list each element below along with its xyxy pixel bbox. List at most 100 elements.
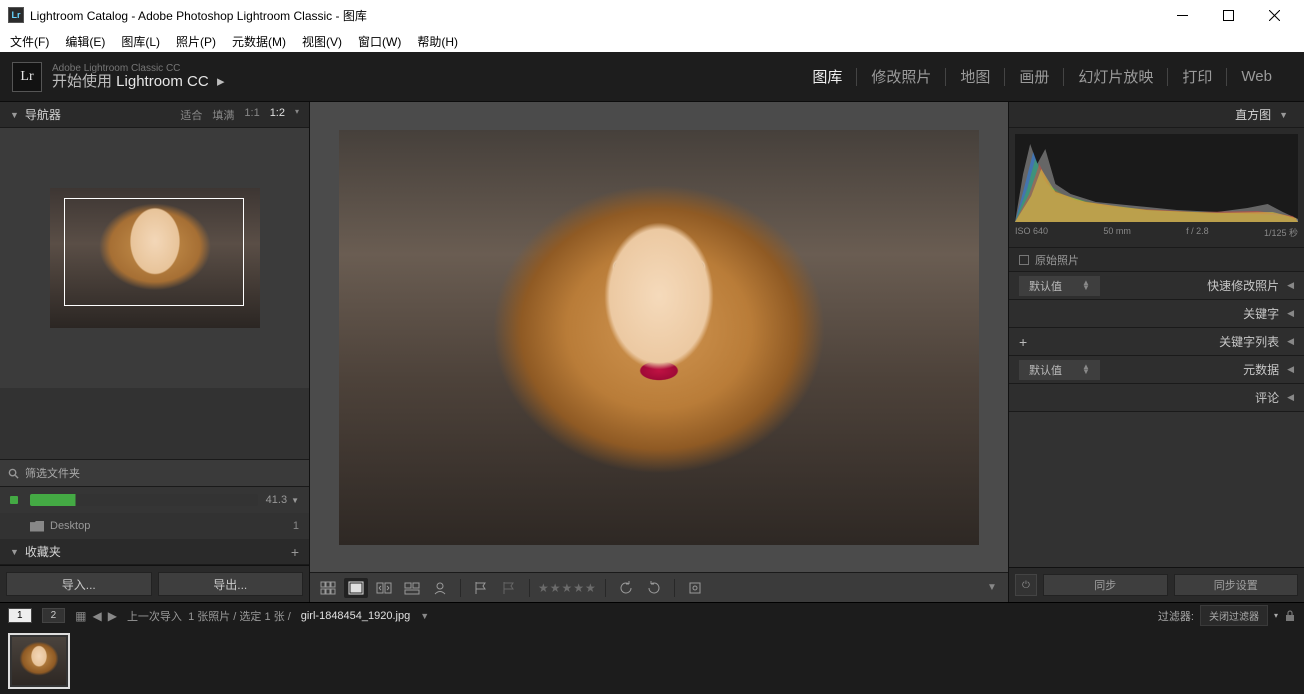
- filter-lock-icon[interactable]: [1284, 610, 1296, 622]
- rating-stars[interactable]: ★★★★★: [538, 581, 597, 595]
- module-print[interactable]: 打印: [1168, 66, 1226, 87]
- add-keyword-button[interactable]: +: [1019, 334, 1027, 350]
- module-book[interactable]: 画册: [1005, 66, 1063, 87]
- filter-select[interactable]: 关闭过滤器: [1200, 605, 1268, 626]
- module-map[interactable]: 地图: [946, 66, 1004, 87]
- main-photo: [339, 130, 979, 545]
- loupe-view-button[interactable]: [344, 578, 368, 598]
- image-viewer[interactable]: [310, 102, 1008, 572]
- folder-desktop[interactable]: Desktop 1: [0, 513, 309, 539]
- histogram-panel[interactable]: ISO 640 50 mm f / 2.8 1/125 秒: [1009, 128, 1304, 248]
- quick-develop-header[interactable]: 默认值▲▼ 快速修改照片 ◀: [1009, 272, 1304, 300]
- collections-header[interactable]: ▼ 收藏夹 +: [0, 539, 309, 565]
- histo-aperture: f / 2.8: [1186, 226, 1209, 239]
- filter-dropdown-icon[interactable]: ▾: [1274, 611, 1278, 620]
- menu-library[interactable]: 图库(L): [115, 31, 166, 52]
- center-panel: ★★★★★ ▼: [310, 102, 1008, 602]
- sync-settings-button[interactable]: 同步设置: [1174, 574, 1299, 596]
- export-button[interactable]: 导出...: [158, 572, 304, 596]
- survey-view-button[interactable]: [400, 578, 424, 598]
- menu-help[interactable]: 帮助(H): [411, 31, 464, 52]
- metadata-preset-select[interactable]: 默认值▲▼: [1019, 360, 1100, 380]
- module-develop[interactable]: 修改照片: [857, 66, 945, 87]
- triangle-left-icon: ◀: [1287, 308, 1294, 319]
- histogram-canvas: [1015, 134, 1298, 222]
- keyword-list-header[interactable]: + 关键字列表 ◀: [1009, 328, 1304, 356]
- rotate-cw-button[interactable]: [642, 578, 666, 598]
- disclosure-triangle-icon: ▼: [10, 547, 19, 557]
- toolbar-menu-button[interactable]: ▼: [982, 582, 1002, 593]
- folder-search[interactable]: 筛选文件夹: [0, 459, 309, 487]
- keywords-header[interactable]: 关键字 ◀: [1009, 300, 1304, 328]
- original-photo-toggle[interactable]: 原始照片: [1009, 248, 1304, 272]
- minimize-button[interactable]: [1160, 1, 1204, 29]
- volume-usage-bar: [30, 494, 258, 506]
- app-icon: Lr: [8, 7, 24, 23]
- navigator-preview[interactable]: [0, 128, 309, 388]
- zoom-fit[interactable]: 适合: [180, 107, 202, 123]
- menu-edit[interactable]: 编辑(E): [59, 31, 111, 52]
- checkbox-icon: [1019, 255, 1029, 265]
- metadata-header[interactable]: 默认值▲▼ 元数据 ◀: [1009, 356, 1304, 384]
- navigator-view-rect[interactable]: [64, 198, 244, 306]
- lightroom-logo-icon: Lr: [12, 62, 42, 92]
- monitor-1-button[interactable]: 1: [8, 608, 32, 623]
- nav-back-icon[interactable]: ◀: [92, 609, 101, 623]
- filmstrip[interactable]: [0, 628, 1304, 694]
- menu-window[interactable]: 窗口(W): [352, 31, 407, 52]
- search-icon: [8, 468, 19, 479]
- grid-view-button[interactable]: [316, 578, 340, 598]
- volume-status-icon: [10, 496, 18, 504]
- add-collection-button[interactable]: +: [291, 544, 299, 560]
- module-web[interactable]: Web: [1227, 68, 1286, 85]
- left-panel: ▼ 导航器 适合 填满 1:1 1:2 ▾ 筛选文件夹: [0, 102, 310, 602]
- module-slideshow[interactable]: 幻灯片放映: [1064, 66, 1167, 87]
- zoom-1to1[interactable]: 1:1: [244, 107, 259, 123]
- compare-view-button[interactable]: [372, 578, 396, 598]
- flag-pick-button[interactable]: [469, 578, 493, 598]
- chevron-down-icon[interactable]: ▼: [291, 496, 299, 505]
- module-library[interactable]: 图库: [798, 66, 856, 87]
- right-panel: 直方图 ▼ ISO 640 50 mm f / 2.8: [1008, 102, 1304, 602]
- window-title: Lightroom Catalog - Adobe Photoshop Ligh…: [30, 7, 1160, 24]
- sync-toggle-icon[interactable]: ⏻: [1015, 574, 1037, 596]
- menu-file[interactable]: 文件(F): [4, 31, 55, 52]
- filmstrip-header: 1 2 ▦ ◀ ▶ 上一次导入 1 张照片 / 选定 1 张 / girl-18…: [0, 602, 1304, 628]
- triangle-left-icon: ◀: [1287, 280, 1294, 291]
- filmstrip-thumbnail[interactable]: [8, 633, 70, 689]
- zoom-dropdown-icon[interactable]: ▾: [295, 107, 299, 123]
- triangle-left-icon: ◀: [1287, 336, 1294, 347]
- filter-label: 过滤器:: [1158, 608, 1194, 624]
- menu-photo[interactable]: 照片(P): [170, 31, 222, 52]
- volume-row[interactable]: 41.3 ▼: [0, 487, 309, 513]
- maximize-button[interactable]: [1206, 1, 1250, 29]
- identity-plate-bar: Lr Adobe Lightroom Classic CC 开始使用 Light…: [0, 52, 1304, 102]
- rotate-ccw-button[interactable]: [614, 578, 638, 598]
- people-view-button[interactable]: [428, 578, 452, 598]
- folder-icon: [30, 521, 44, 532]
- current-filename: girl-1848454_1920.jpg: [301, 610, 410, 622]
- monitor-2-button[interactable]: 2: [42, 608, 66, 623]
- library-toolbar: ★★★★★ ▼: [310, 572, 1008, 602]
- close-button[interactable]: [1252, 1, 1296, 29]
- histo-focal: 50 mm: [1103, 226, 1131, 239]
- menu-view[interactable]: 视图(V): [296, 31, 348, 52]
- chevron-down-icon[interactable]: ▼: [420, 611, 429, 621]
- zoom-fill[interactable]: 填满: [212, 107, 234, 123]
- grid-nav-icon[interactable]: ▦: [75, 609, 86, 623]
- menu-metadata[interactable]: 元数据(M): [226, 31, 292, 52]
- identity-plate[interactable]: Adobe Lightroom Classic CC 开始使用 Lightroo…: [52, 63, 225, 91]
- disclosure-triangle-icon: ▼: [10, 110, 19, 120]
- crop-overlay-button[interactable]: [683, 578, 707, 598]
- menu-bar: 文件(F) 编辑(E) 图库(L) 照片(P) 元数据(M) 视图(V) 窗口(…: [0, 30, 1304, 52]
- histogram-header[interactable]: 直方图 ▼: [1009, 102, 1304, 128]
- preset-select[interactable]: 默认值▲▼: [1019, 276, 1100, 296]
- nav-fwd-icon[interactable]: ▶: [108, 609, 117, 623]
- sync-button[interactable]: 同步: [1043, 574, 1168, 596]
- zoom-ratio[interactable]: 1:2: [270, 107, 285, 123]
- triangle-left-icon: ◀: [1287, 364, 1294, 375]
- import-button[interactable]: 导入...: [6, 572, 152, 596]
- flag-reject-button[interactable]: [497, 578, 521, 598]
- comments-header[interactable]: 评论 ◀: [1009, 384, 1304, 412]
- navigator-header[interactable]: ▼ 导航器 适合 填满 1:1 1:2 ▾: [0, 102, 309, 128]
